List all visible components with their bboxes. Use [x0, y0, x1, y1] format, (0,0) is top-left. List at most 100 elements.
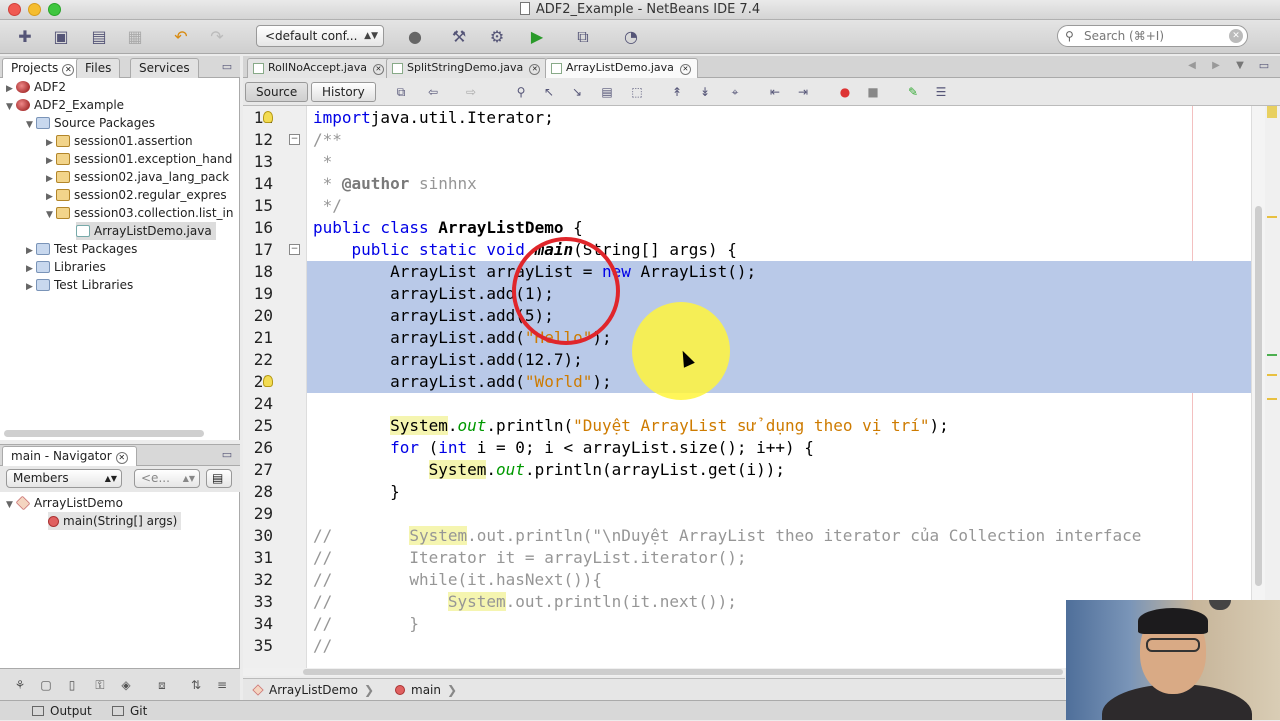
scroll-thumb[interactable] — [1255, 206, 1262, 586]
forward-icon[interactable]: ⇨ — [463, 85, 479, 99]
tab-splitstringdemo[interactable]: SplitStringDemo.java ✕ — [386, 58, 548, 78]
filter-icon[interactable]: ◈ — [118, 677, 134, 693]
scroll-right-icon[interactable]: ▶ — [1205, 56, 1227, 76]
class-icon — [15, 495, 31, 511]
profile-icon[interactable]: ◔ — [620, 27, 642, 47]
new-file-icon[interactable]: ✚ — [14, 27, 36, 47]
configuration-select[interactable]: <default conf... ▲▼ — [256, 25, 384, 47]
source-button[interactable]: Source — [245, 82, 309, 102]
tree-node-test-packages[interactable]: ▶ Test Packages — [26, 240, 137, 258]
fold-toggle-icon[interactable]: − — [289, 134, 300, 145]
run-icon[interactable]: ▶ — [526, 27, 548, 47]
find-next-icon[interactable]: ↘ — [569, 85, 585, 99]
toggle-bookmark-icon[interactable]: ⌖ — [727, 85, 743, 99]
clear-search-icon[interactable]: ✕ — [1229, 29, 1243, 43]
output-window-button[interactable]: Output — [32, 701, 92, 721]
tree-node-package[interactable]: ▼ session03.collection.list_in — [46, 204, 233, 222]
previous-bookmark-icon[interactable]: ↟ — [669, 85, 685, 99]
tree-node-package[interactable]: ▶ session02.java_lang_pack — [46, 168, 229, 186]
square-icon[interactable]: ▢ — [38, 677, 54, 693]
find-previous-icon[interactable]: ↖ — [541, 85, 557, 99]
history-button[interactable]: History — [311, 82, 376, 102]
redo-icon[interactable]: ↷ — [206, 27, 228, 47]
nav-node-method[interactable]: main(String[] args) — [48, 512, 182, 530]
tree-node-source-packages[interactable]: ▼ Source Packages — [26, 114, 155, 132]
java-file-icon — [551, 63, 562, 74]
members-select[interactable]: Members ▲▼ — [6, 469, 122, 488]
nav-node-class[interactable]: ▼ ArrayListDemo — [6, 494, 123, 512]
shift-right-icon[interactable]: ⇥ — [795, 85, 811, 99]
tree-node-libraries[interactable]: ▶ Libraries — [26, 258, 106, 276]
tree-node-package[interactable]: ▶ session01.exception_hand — [46, 150, 232, 168]
editor-horizontal-scrollbar[interactable] — [243, 668, 1065, 676]
debug-icon[interactable]: ⧉ — [572, 27, 594, 47]
tab-projects[interactable]: Projects ✕ — [2, 58, 84, 78]
open-project-icon[interactable]: ▤ — [88, 27, 110, 47]
last-edit-icon[interactable]: ⧉ — [393, 85, 409, 99]
close-icon[interactable]: ✕ — [529, 64, 541, 75]
close-icon[interactable]: ✕ — [679, 64, 691, 75]
field-icon[interactable]: ▯ — [64, 677, 80, 693]
toggle-rect-select-icon[interactable]: ⬚ — [629, 85, 645, 99]
globe-icon[interactable]: ● — [404, 27, 426, 47]
new-project-icon[interactable]: ▣ — [50, 27, 72, 47]
collapse-icon[interactable]: ▼ — [46, 206, 56, 224]
breadcrumb-item-class[interactable]: ArrayListDemo ❯ — [252, 679, 374, 701]
undo-icon[interactable]: ↶ — [170, 27, 192, 47]
collapse-icon[interactable]: ▼ — [6, 496, 16, 514]
shift-left-icon[interactable]: ⇤ — [767, 85, 783, 99]
minimize-panel-icon[interactable]: ▭ — [216, 57, 238, 77]
tab-rollnoaccept[interactable]: RollNoAccept.java ✕ — [247, 58, 391, 78]
search-field[interactable]: ⚲ Search (⌘+I) ✕ — [1057, 25, 1248, 47]
code-token: // — [313, 636, 333, 655]
hint-bulb-icon[interactable] — [263, 375, 273, 387]
show-opened-documents-icon[interactable]: ▼ — [1229, 56, 1251, 76]
filter-select[interactable]: <e... ▲▼ — [134, 469, 200, 488]
scroll-left-icon[interactable]: ◀ — [1181, 56, 1203, 76]
stop-macro-icon[interactable]: ■ — [865, 85, 881, 99]
tree-node-test-libraries[interactable]: ▶ Test Libraries — [26, 276, 133, 294]
tab-navigator[interactable]: main - Navigator ✕ — [2, 446, 137, 466]
scroll-thumb[interactable] — [303, 669, 1063, 675]
toggle-highlight-icon[interactable]: ▤ — [599, 85, 615, 99]
tab-services[interactable]: Services — [130, 58, 199, 78]
close-icon[interactable]: ✕ — [372, 64, 384, 75]
code-line: * — [313, 151, 333, 173]
start-macro-icon[interactable]: ● — [837, 85, 853, 99]
tab-files[interactable]: Files — [76, 58, 121, 78]
close-icon[interactable]: ✕ — [115, 452, 128, 464]
inherited-icon[interactable]: ⧈ — [154, 677, 170, 693]
hierarchy-icon[interactable]: ⚘ — [12, 677, 28, 693]
back-icon[interactable]: ⇦ — [425, 85, 441, 99]
save-all-icon[interactable]: ▦ — [124, 27, 146, 47]
breadcrumb-item-method[interactable]: main ❯ — [395, 679, 457, 701]
find-icon[interactable]: ⚲ — [513, 85, 529, 99]
comment-icon[interactable]: ✎ — [905, 85, 921, 99]
uncomment-icon[interactable]: ☰ — [933, 85, 949, 99]
lock-icon[interactable]: ⚿ — [92, 677, 108, 693]
clean-build-icon[interactable]: ⚙ — [486, 27, 508, 47]
tree-node-adf2-example[interactable]: ▼ ADF2_Example — [6, 96, 124, 114]
collapse-icon[interactable]: ▼ — [6, 98, 16, 116]
git-window-button[interactable]: Git — [112, 701, 147, 721]
maximize-window-icon[interactable]: ▭ — [1253, 56, 1275, 76]
editor-vertical-scrollbar[interactable] — [1251, 106, 1265, 668]
tree-node-package[interactable]: ▶ session02.regular_expres — [46, 186, 227, 204]
tree-node-adf2[interactable]: ▶ ADF2 — [6, 78, 66, 96]
projects-horizontal-scrollbar[interactable] — [4, 430, 204, 437]
tree-node-package[interactable]: ▶ session01.assertion — [46, 132, 193, 150]
code-area[interactable]: importjava.util.Iterator;/** * * @author… — [307, 106, 1251, 668]
sort-icon[interactable]: ⇅ — [188, 677, 204, 693]
expand-icon[interactable]: ▶ — [26, 278, 36, 296]
collapse-icon[interactable]: ▼ — [26, 116, 36, 134]
tab-arraylistdemo[interactable]: ArrayListDemo.java ✕ — [545, 58, 698, 78]
build-hammer-icon[interactable]: ⚒ — [448, 27, 470, 47]
tree-node-java-file[interactable]: ArrayListDemo.java — [76, 222, 216, 240]
navigator-options-button[interactable]: ▤ — [206, 469, 232, 488]
close-icon[interactable]: ✕ — [62, 64, 75, 76]
sort-alpha-icon[interactable]: ≡ — [214, 677, 230, 693]
fold-toggle-icon[interactable]: − — [289, 244, 300, 255]
next-bookmark-icon[interactable]: ↡ — [697, 85, 713, 99]
minimize-panel-icon[interactable]: ▭ — [216, 445, 238, 465]
hint-bulb-icon[interactable] — [263, 111, 273, 123]
